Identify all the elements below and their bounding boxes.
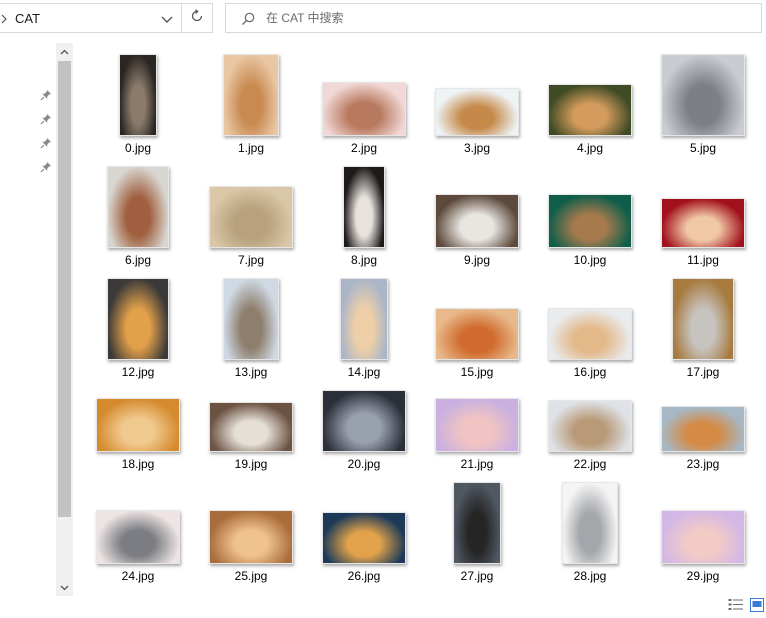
- file-name-label[interactable]: 17.jpg: [653, 365, 753, 379]
- file-name-label[interactable]: 14.jpg: [314, 365, 414, 379]
- file-name-label[interactable]: 16.jpg: [540, 365, 640, 379]
- cat-photo-thumbnail[interactable]: [672, 278, 734, 360]
- file-name-label[interactable]: 9.jpg: [427, 253, 527, 267]
- thumbnail-frame: [88, 510, 188, 564]
- cat-photo-thumbnail[interactable]: [209, 402, 293, 452]
- cat-photo-thumbnail[interactable]: [435, 398, 519, 452]
- file-name-label[interactable]: 11.jpg: [653, 253, 753, 267]
- thumbnail-frame: [540, 308, 640, 360]
- file-name-label[interactable]: 25.jpg: [201, 569, 301, 583]
- cat-photo-thumbnail[interactable]: [223, 278, 279, 360]
- thumbnail-frame: [314, 512, 414, 564]
- thumbnail-frame: [201, 510, 301, 564]
- details-view-icon[interactable]: [728, 598, 744, 617]
- thumbnail-frame: [653, 278, 753, 360]
- thumbnail-frame: [653, 198, 753, 248]
- file-name-label[interactable]: 29.jpg: [653, 569, 753, 583]
- cat-photo-thumbnail[interactable]: [661, 510, 745, 564]
- thumbnail-frame: [201, 186, 301, 248]
- file-name-label[interactable]: 1.jpg: [201, 141, 301, 155]
- file-name-label[interactable]: 7.jpg: [201, 253, 301, 267]
- cat-photo-thumbnail[interactable]: [562, 482, 618, 564]
- file-explorer-window: CAT 0.jpg1.jpg2.jpg3: [0, 0, 766, 618]
- cat-photo-thumbnail[interactable]: [435, 88, 519, 136]
- cat-photo-thumbnail[interactable]: [107, 278, 169, 360]
- thumbnail-frame: [314, 82, 414, 136]
- cat-photo-thumbnail[interactable]: [548, 194, 632, 248]
- cat-photo-thumbnail[interactable]: [435, 194, 519, 248]
- file-name-label[interactable]: 26.jpg: [314, 569, 414, 583]
- cat-photo-thumbnail[interactable]: [548, 84, 632, 136]
- file-name-label[interactable]: 18.jpg: [88, 457, 188, 471]
- thumbnail-frame: [88, 278, 188, 360]
- file-name-label[interactable]: 6.jpg: [88, 253, 188, 267]
- file-name-label[interactable]: 10.jpg: [540, 253, 640, 267]
- thumbnail-frame: [314, 390, 414, 452]
- thumbnail-frame: [88, 398, 188, 452]
- file-name-label[interactable]: 22.jpg: [540, 457, 640, 471]
- thumbnail-frame: [540, 482, 640, 564]
- thumbnail-frame: [653, 406, 753, 452]
- thumbnail-frame: [201, 402, 301, 452]
- file-grid: 0.jpg 1.jpg 2.jpg 3.jpg 4.jpg 5.jpg 6.jpg 7.jpg…: [0, 0, 766, 618]
- cat-photo-thumbnail[interactable]: [209, 186, 293, 248]
- thumbnail-frame: [427, 194, 527, 248]
- thumbnail-frame: [653, 510, 753, 564]
- thumbnail-frame: [540, 400, 640, 452]
- cat-photo-thumbnail[interactable]: [340, 278, 388, 360]
- cat-photo-thumbnail[interactable]: [548, 400, 632, 452]
- cat-photo-thumbnail[interactable]: [435, 308, 519, 360]
- thumbnail-frame: [88, 54, 188, 136]
- cat-photo-thumbnail[interactable]: [343, 166, 385, 248]
- cat-photo-thumbnail[interactable]: [96, 398, 180, 452]
- cat-photo-thumbnail[interactable]: [209, 510, 293, 564]
- thumbnail-frame: [201, 54, 301, 136]
- cat-photo-thumbnail[interactable]: [661, 54, 745, 136]
- cat-photo-thumbnail[interactable]: [661, 406, 745, 452]
- thumbnail-frame: [427, 308, 527, 360]
- cat-photo-thumbnail[interactable]: [322, 512, 406, 564]
- file-name-label[interactable]: 24.jpg: [88, 569, 188, 583]
- cat-photo-thumbnail[interactable]: [322, 390, 406, 452]
- cat-photo-thumbnail[interactable]: [322, 82, 406, 136]
- cat-photo-thumbnail[interactable]: [223, 54, 279, 136]
- file-name-label[interactable]: 12.jpg: [88, 365, 188, 379]
- file-name-label[interactable]: 4.jpg: [540, 141, 640, 155]
- thumbnail-frame: [540, 84, 640, 136]
- file-name-label[interactable]: 21.jpg: [427, 457, 527, 471]
- file-name-label[interactable]: 8.jpg: [314, 253, 414, 267]
- large-icons-view-icon[interactable]: [750, 598, 764, 617]
- cat-photo-thumbnail[interactable]: [548, 308, 632, 360]
- cat-photo-thumbnail[interactable]: [107, 166, 169, 248]
- cat-photo-thumbnail[interactable]: [661, 198, 745, 248]
- thumbnail-frame: [427, 88, 527, 136]
- cat-photo-thumbnail[interactable]: [119, 54, 157, 136]
- file-name-label[interactable]: 15.jpg: [427, 365, 527, 379]
- file-name-label[interactable]: 27.jpg: [427, 569, 527, 583]
- thumbnail-frame: [88, 166, 188, 248]
- cat-photo-thumbnail[interactable]: [96, 510, 180, 564]
- view-switcher: [726, 598, 766, 612]
- file-name-label[interactable]: 23.jpg: [653, 457, 753, 471]
- thumbnail-frame: [540, 194, 640, 248]
- cat-photo-thumbnail[interactable]: [453, 482, 501, 564]
- file-name-label[interactable]: 5.jpg: [653, 141, 753, 155]
- thumbnail-frame: [314, 278, 414, 360]
- thumbnail-frame: [653, 54, 753, 136]
- thumbnail-frame: [314, 166, 414, 248]
- file-name-label[interactable]: 19.jpg: [201, 457, 301, 471]
- file-name-label[interactable]: 0.jpg: [88, 141, 188, 155]
- thumbnail-frame: [427, 398, 527, 452]
- file-name-label[interactable]: 28.jpg: [540, 569, 640, 583]
- file-name-label[interactable]: 3.jpg: [427, 141, 527, 155]
- file-name-label[interactable]: 13.jpg: [201, 365, 301, 379]
- file-name-label[interactable]: 2.jpg: [314, 141, 414, 155]
- thumbnail-frame: [427, 482, 527, 564]
- thumbnail-frame: [201, 278, 301, 360]
- file-name-label[interactable]: 20.jpg: [314, 457, 414, 471]
